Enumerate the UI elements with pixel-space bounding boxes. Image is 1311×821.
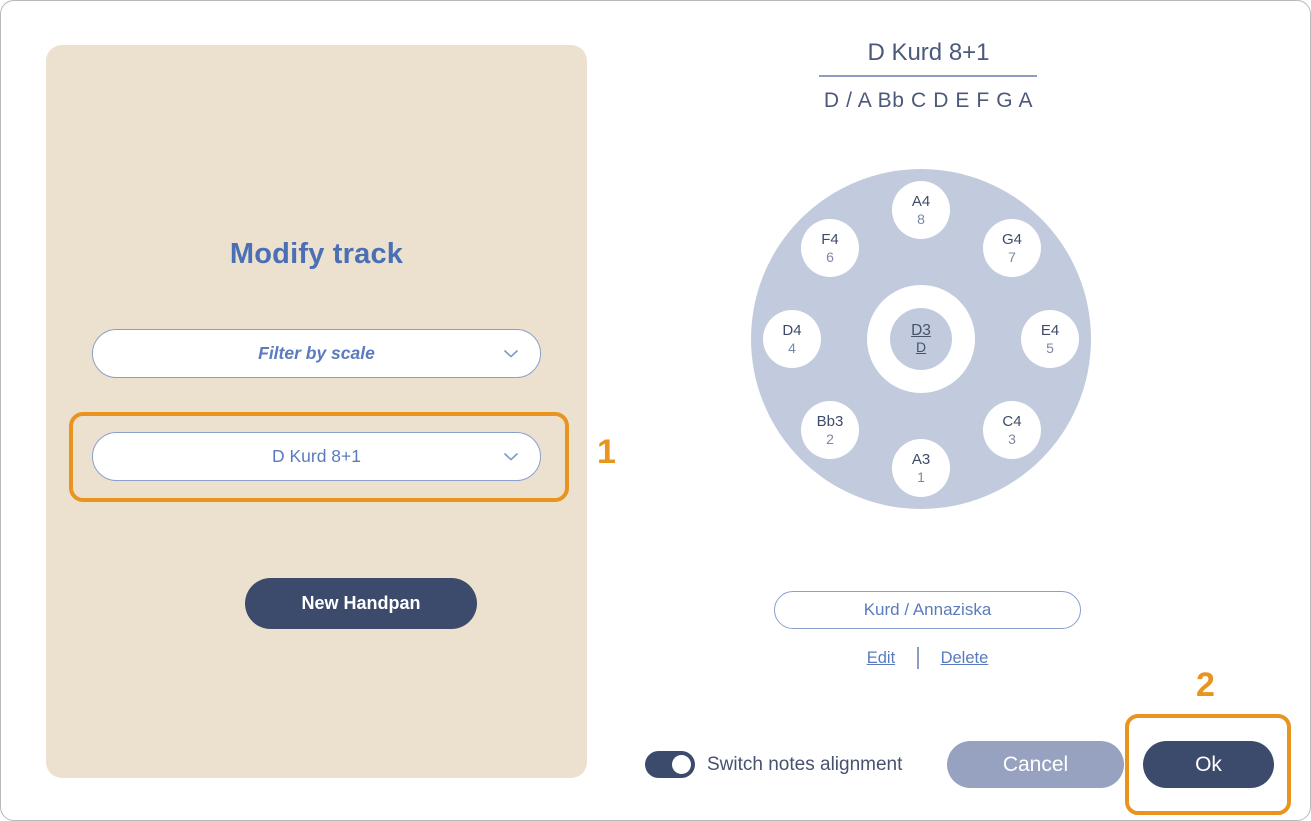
note-name: D4	[782, 321, 802, 339]
page-title: Modify track	[229, 238, 404, 270]
note-name: A4	[911, 192, 931, 210]
note-number: 3	[1008, 430, 1016, 447]
handpan-note[interactable]: C4 3	[983, 401, 1041, 459]
toggle-knob	[672, 755, 691, 774]
new-handpan-button[interactable]: New Handpan	[245, 578, 477, 629]
handpan-note[interactable]: A4 8	[892, 181, 950, 239]
handpan-note[interactable]: A3 1	[892, 439, 950, 497]
note-name: Bb3	[816, 412, 844, 430]
annotation-highlight-1	[69, 412, 569, 502]
switch-notes-alignment-toggle[interactable]	[645, 751, 695, 778]
annotation-highlight-2	[1125, 714, 1291, 815]
note-name: E4	[1040, 321, 1060, 339]
note-name: G4	[1001, 230, 1022, 248]
cancel-button[interactable]: Cancel	[947, 741, 1124, 788]
center-note-name: D3	[911, 322, 931, 340]
note-name: C4	[1002, 412, 1022, 430]
scale-name-text: Kurd / Annaziska	[863, 600, 992, 619]
handpan-diagram: D3 D A4 8 G4 7 E4 5 C4 3 A3 1 Bb3 2 D4 4…	[751, 169, 1091, 509]
handpan-note[interactable]: D4 4	[763, 310, 821, 368]
annotation-marker-1: 1	[597, 433, 616, 471]
handpan-center-ring: D3 D	[867, 285, 975, 393]
handpan-note[interactable]: G4 7	[983, 219, 1041, 277]
switch-notes-alignment-label: Switch notes alignment	[707, 754, 903, 775]
handpan-note[interactable]: F4 6	[801, 219, 859, 277]
center-note-sub: D	[915, 338, 927, 355]
note-name: A3	[911, 450, 931, 468]
links-divider	[917, 647, 919, 669]
note-number: 2	[826, 430, 834, 447]
filter-by-scale-value: Filter by scale	[258, 343, 375, 363]
title-divider	[819, 75, 1037, 77]
dialog-window: Modify track Filter by scale D Kurd 8+1 …	[0, 0, 1311, 821]
handpan-note[interactable]: Bb3 2	[801, 401, 859, 459]
note-number: 5	[1046, 339, 1054, 356]
delete-link[interactable]: Delete	[941, 649, 989, 668]
note-number: 8	[917, 210, 925, 227]
scale-name-pill[interactable]: Kurd / Annaziska	[774, 591, 1081, 629]
scale-notes-list: D / A Bb C D E F G A	[823, 89, 1034, 112]
handpan-note[interactable]: E4 5	[1021, 310, 1079, 368]
scale-title: D Kurd 8+1	[867, 39, 990, 66]
note-number: 1	[917, 468, 925, 485]
note-number: 6	[826, 248, 834, 265]
edit-link[interactable]: Edit	[867, 649, 895, 668]
note-name: F4	[821, 230, 839, 248]
scale-actions: Edit Delete	[774, 647, 1081, 669]
chevron-down-icon	[504, 349, 518, 358]
annotation-marker-2: 2	[1196, 666, 1215, 704]
note-number: 4	[788, 339, 796, 356]
filter-by-scale-select[interactable]: Filter by scale	[92, 329, 541, 378]
handpan-note-center[interactable]: D3 D	[890, 308, 952, 370]
note-number: 7	[1008, 248, 1016, 265]
